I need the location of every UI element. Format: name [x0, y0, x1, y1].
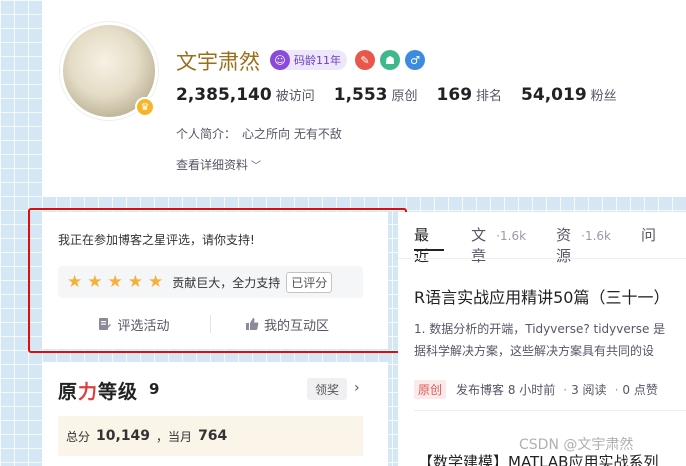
chevron-down-icon: ﹀ — [251, 161, 262, 172]
stat-value: 169 — [436, 85, 473, 105]
stat-label: 原创 — [391, 89, 418, 104]
yuanli-level-logo: 原力等级 — [58, 377, 138, 404]
level-logo-pre: 原 — [58, 381, 79, 403]
view-details-link[interactable]: 查看详细资料 ﹀ — [176, 156, 261, 173]
star-icon[interactable]: ★ — [67, 273, 82, 291]
blog-expert-icon[interactable]: ✎ — [355, 50, 375, 70]
stat-rank: 169 排名 — [437, 85, 503, 105]
star-icon[interactable]: ★ — [108, 273, 123, 291]
code-age-badge: ☺ 码龄11年 — [270, 50, 347, 70]
content-tabs: 最近 文章 ·1.6k 资源 ·1.6k 问 — [414, 224, 686, 266]
active-tab-indicator — [414, 249, 444, 251]
tab-label: 问 — [641, 226, 657, 244]
tab-label: 最近 — [414, 226, 430, 265]
stat-label: 排名 — [476, 89, 503, 104]
rating-text: 贡献巨大，全力支持 — [172, 275, 281, 290]
my-interaction-label: 我的互动区 — [263, 318, 329, 334]
read-count: 3 阅读 — [571, 383, 607, 397]
stat-label: 被访问 — [275, 89, 315, 104]
tab-count: ·1.6k — [496, 229, 527, 243]
code-age-label: 码龄11年 — [282, 50, 347, 70]
stat-label: 粉丝 — [590, 89, 617, 104]
watermark: CSDN @文宇肃然 — [519, 437, 634, 453]
published-time: 发布博客 8 小时前 — [456, 383, 556, 397]
total-label: 总分 — [66, 429, 91, 444]
separator-dot: · — [563, 382, 568, 397]
like-count: 0 点赞 — [622, 383, 658, 397]
stat-value: 54,019 — [521, 85, 587, 105]
month-value: 764 — [198, 428, 228, 444]
stat-visits: 2,385,140 被访问 — [176, 85, 315, 105]
level-number: 9 — [149, 380, 160, 398]
vote-actions: 评选活动 我的互动区 — [58, 313, 363, 335]
community-icon[interactable]: ☗ — [380, 50, 400, 70]
article-desc-line: 1. 数据分析的开端，Tidyverse? tidyverse 是 — [414, 322, 666, 336]
tab-label: 文章 — [471, 226, 487, 265]
tab-recent[interactable]: 最近 — [414, 224, 441, 266]
code-age-icon: ☺ — [270, 50, 290, 70]
article-title[interactable]: R语言实战应用精讲50篇（三十一） — [414, 284, 669, 308]
bio: 个人简介： 心之所向 无有不敌 — [176, 125, 342, 142]
tab-articles[interactable]: 文章 ·1.6k — [471, 224, 526, 266]
vote-title: 我正在参加博客之星评选，请你支持! — [58, 233, 255, 247]
month-label: ，当月 — [156, 429, 193, 444]
vote-activity-label: 评选活动 — [117, 318, 170, 334]
star-icon[interactable]: ★ — [128, 273, 143, 291]
bio-text: 心之所向 无有不敌 — [242, 127, 342, 141]
level-logo-mid: 力 — [78, 381, 99, 403]
thumbs-up-icon — [245, 318, 259, 330]
claim-award-button[interactable]: 领奖 — [307, 378, 348, 400]
rating-bar: ★ ★ ★ ★ ★ 贡献巨大，全力支持 已评分 — [58, 266, 363, 298]
profile-stats: 2,385,140 被访问 1,553 原创 169 排名 54,019 粉丝 — [176, 85, 636, 105]
tab-resources[interactable]: 资源 ·1.6k — [556, 224, 611, 266]
score-box: 总分 10,149 ，当月 764 — [58, 416, 363, 456]
view-details-label: 查看详细资料 — [176, 158, 249, 172]
star-icon[interactable]: ★ — [148, 273, 163, 291]
tab-label: 资源 — [556, 226, 572, 265]
username[interactable]: 文宇肃然 — [176, 46, 260, 76]
separator-dot: · — [614, 382, 619, 397]
divider — [398, 258, 686, 259]
bio-label: 个人简介： — [176, 127, 237, 141]
stat-value: 1,553 — [333, 85, 388, 105]
edit-document-icon — [99, 318, 112, 330]
star-icon[interactable]: ★ — [87, 273, 102, 291]
article-meta: 原创 发布博客 8 小时前 · 3 阅读 · 0 点赞 — [414, 380, 662, 399]
total-value: 10,149 — [96, 428, 151, 444]
stat-fans: 54,019 粉丝 — [521, 85, 617, 105]
gender-male-icon: ♂ — [405, 50, 425, 70]
tab-questions[interactable]: 问 — [641, 224, 656, 245]
tab-count: ·1.6k — [581, 229, 611, 243]
article-description: 1. 数据分析的开端，Tidyverse? tidyverse 是 据科学解决方… — [414, 318, 686, 362]
rated-tag: 已评分 — [286, 271, 333, 293]
stat-original: 1,553 原创 — [334, 85, 418, 105]
vote-activity-button[interactable]: 评选活动 — [58, 315, 210, 334]
divider — [414, 410, 686, 411]
article-desc-line: 据科学解决方案，这些解决方案具有共同的设 — [414, 344, 655, 358]
original-tag: 原创 — [414, 380, 447, 399]
chevron-right-icon[interactable]: › — [354, 380, 360, 396]
crown-icon: ♛ — [135, 97, 155, 117]
my-interaction-button[interactable]: 我的互动区 — [211, 315, 363, 334]
stat-value: 2,385,140 — [176, 85, 272, 105]
level-logo-post: 等级 — [98, 381, 139, 403]
